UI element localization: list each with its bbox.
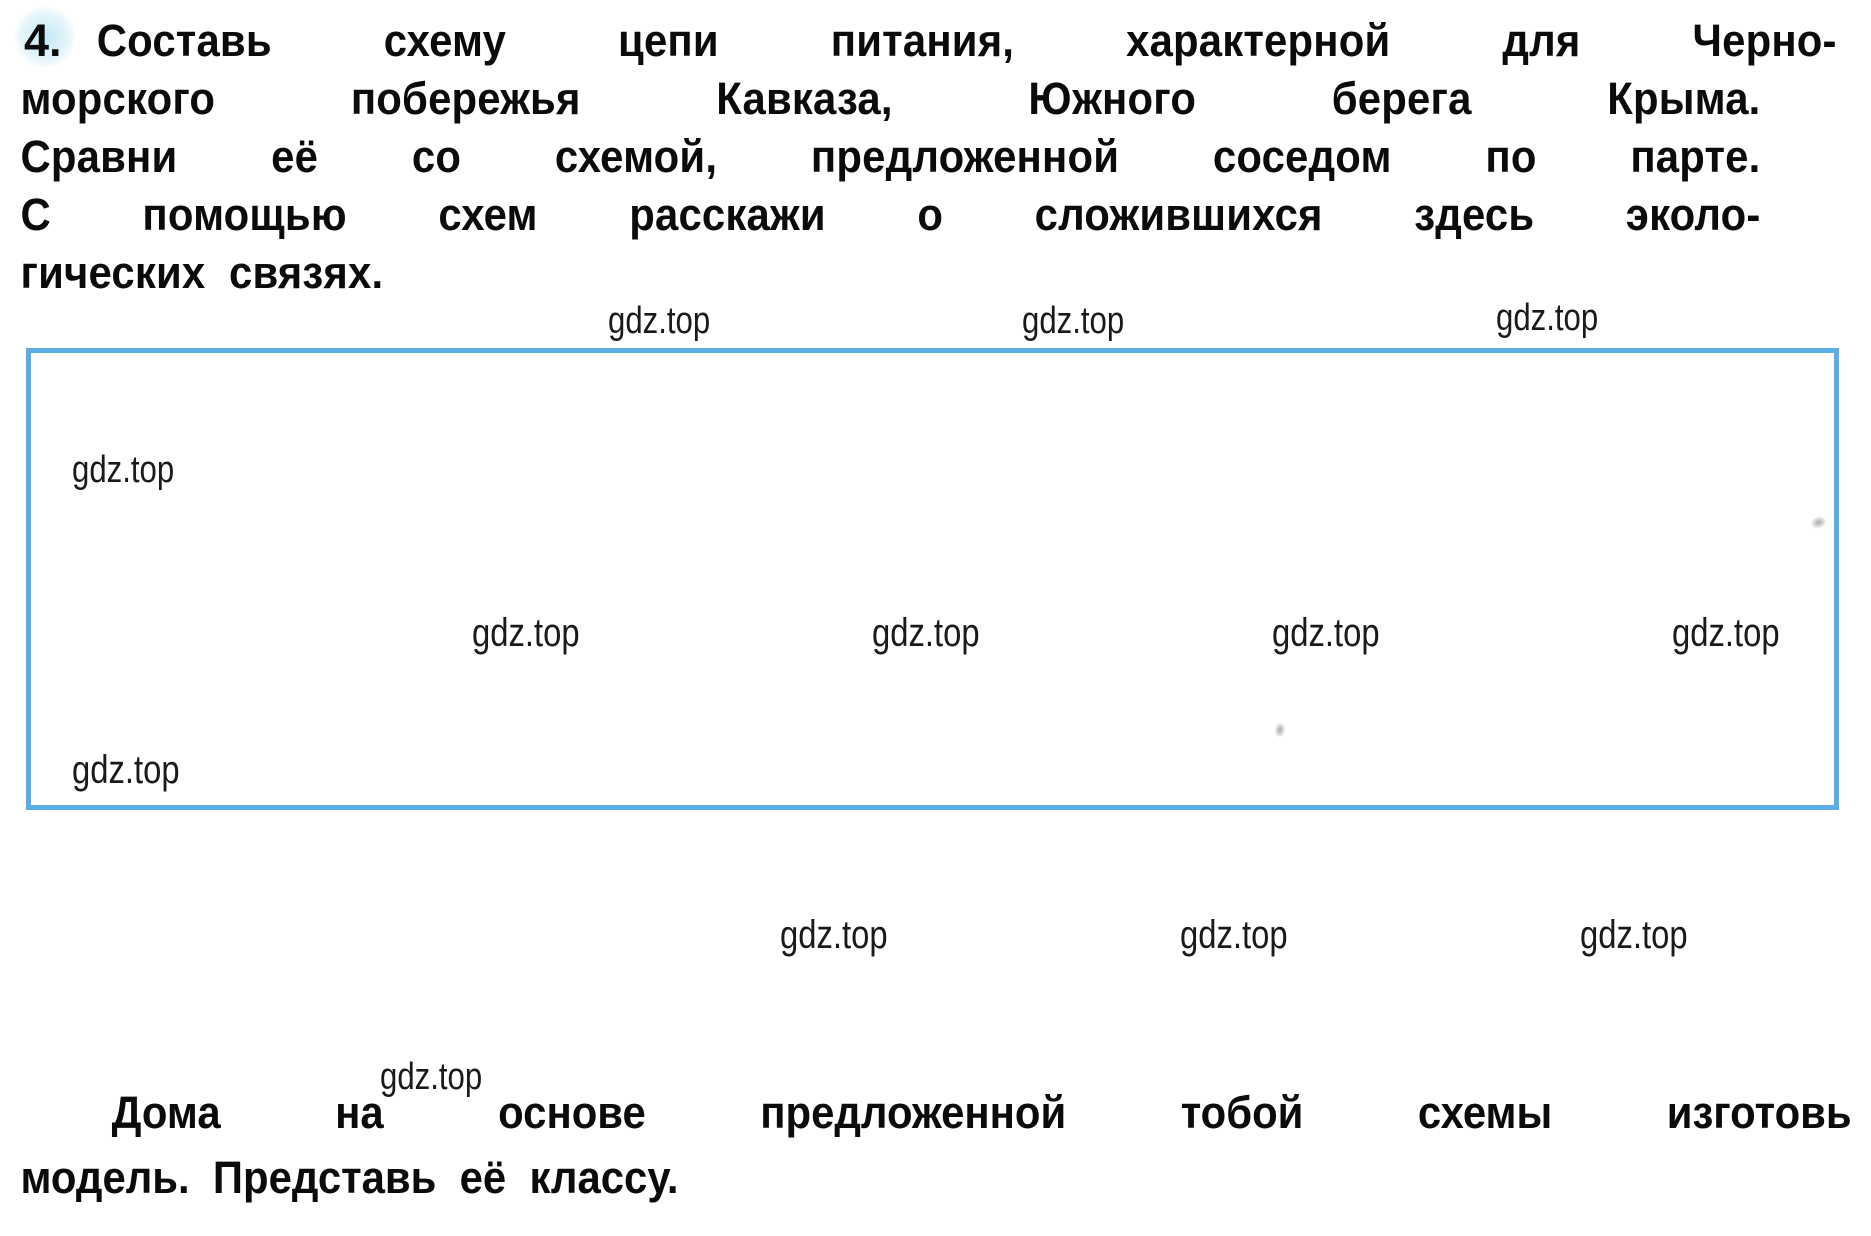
- text-word: схем: [438, 189, 538, 240]
- text-word: предложенной: [810, 131, 1120, 182]
- text-line: Сравни её со схемой, предложенной соседом по па…: [0, 130, 1787, 184]
- text-word: питания,: [830, 15, 1015, 66]
- text-line: Составь схему цепи питания, характерной для Че…: [0, 14, 1863, 68]
- text-word: цепи: [618, 15, 719, 66]
- text-word: модель.: [20, 1152, 190, 1203]
- text-word: Кавказа,: [716, 73, 893, 124]
- text-word: Дома: [111, 1087, 221, 1138]
- text-word: схемой,: [554, 131, 718, 182]
- text-word: о: [917, 189, 944, 240]
- text-word: со: [411, 131, 462, 182]
- workbook-page: 4. Составь схему цепи питания, характерной дл…: [0, 0, 1871, 1236]
- ink-smudge-icon: [1274, 722, 1286, 738]
- text-word: морского: [20, 73, 216, 124]
- text-word: Южного: [1028, 73, 1197, 124]
- text-word: схемы: [1417, 1087, 1553, 1138]
- watermark-label: gdz.top: [1022, 300, 1125, 342]
- text-word: классу.: [529, 1152, 679, 1203]
- text-word: по: [1485, 131, 1537, 182]
- text-line: модель. Представь её классу.: [0, 1150, 1787, 1206]
- text-word: здесь: [1414, 189, 1535, 240]
- text-word: её: [459, 1152, 507, 1203]
- text-word: С: [20, 189, 51, 240]
- text-word: Черно-: [1692, 15, 1837, 66]
- text-word: помощью: [142, 189, 347, 240]
- text-word: характерной: [1126, 15, 1391, 66]
- text-word: предложенной: [760, 1087, 1067, 1138]
- text-line: Спомощью схем расскажи о сложившихся здесь эко…: [0, 188, 1787, 242]
- ink-smudge-edge-icon: [1809, 514, 1828, 531]
- watermark-label: gdz.top: [780, 913, 888, 957]
- text-word: схему: [383, 15, 507, 66]
- text-word: для: [1502, 15, 1581, 66]
- text-line: гических связях.: [0, 246, 1787, 300]
- text-word: связях.: [228, 247, 384, 298]
- answer-box[interactable]: [26, 348, 1839, 810]
- text-word: берега: [1331, 73, 1472, 124]
- text-word: на: [335, 1087, 384, 1138]
- watermark-label: gdz.top: [1180, 913, 1288, 957]
- text-word: Крыма.: [1607, 73, 1761, 124]
- text-word: гических: [20, 247, 206, 298]
- text-word: её: [271, 131, 319, 182]
- text-word: парте.: [1630, 131, 1761, 182]
- text-line: Дома на основе предложенной тобой схемы изгото…: [0, 1085, 1871, 1141]
- text-word: побережья: [350, 73, 581, 124]
- text-word: изготовь: [1666, 1087, 1852, 1138]
- text-word: основе: [498, 1087, 646, 1138]
- text-word: эколо-: [1625, 189, 1761, 240]
- watermark-label: gdz.top: [608, 300, 711, 342]
- text-word: сложившихся: [1034, 189, 1323, 240]
- text-word: соседом: [1212, 131, 1392, 182]
- text-word: Сравни: [20, 131, 178, 182]
- text-word: Составь: [96, 15, 272, 66]
- text-word: Представь: [212, 1152, 437, 1203]
- watermark-label: gdz.top: [1580, 913, 1688, 957]
- text-word: расскажи: [629, 189, 826, 240]
- text-word: тобой: [1180, 1087, 1304, 1138]
- text-line: морского побережья Кавказа, Южного берега Кры…: [0, 72, 1787, 126]
- watermark-label: gdz.top: [1496, 297, 1599, 339]
